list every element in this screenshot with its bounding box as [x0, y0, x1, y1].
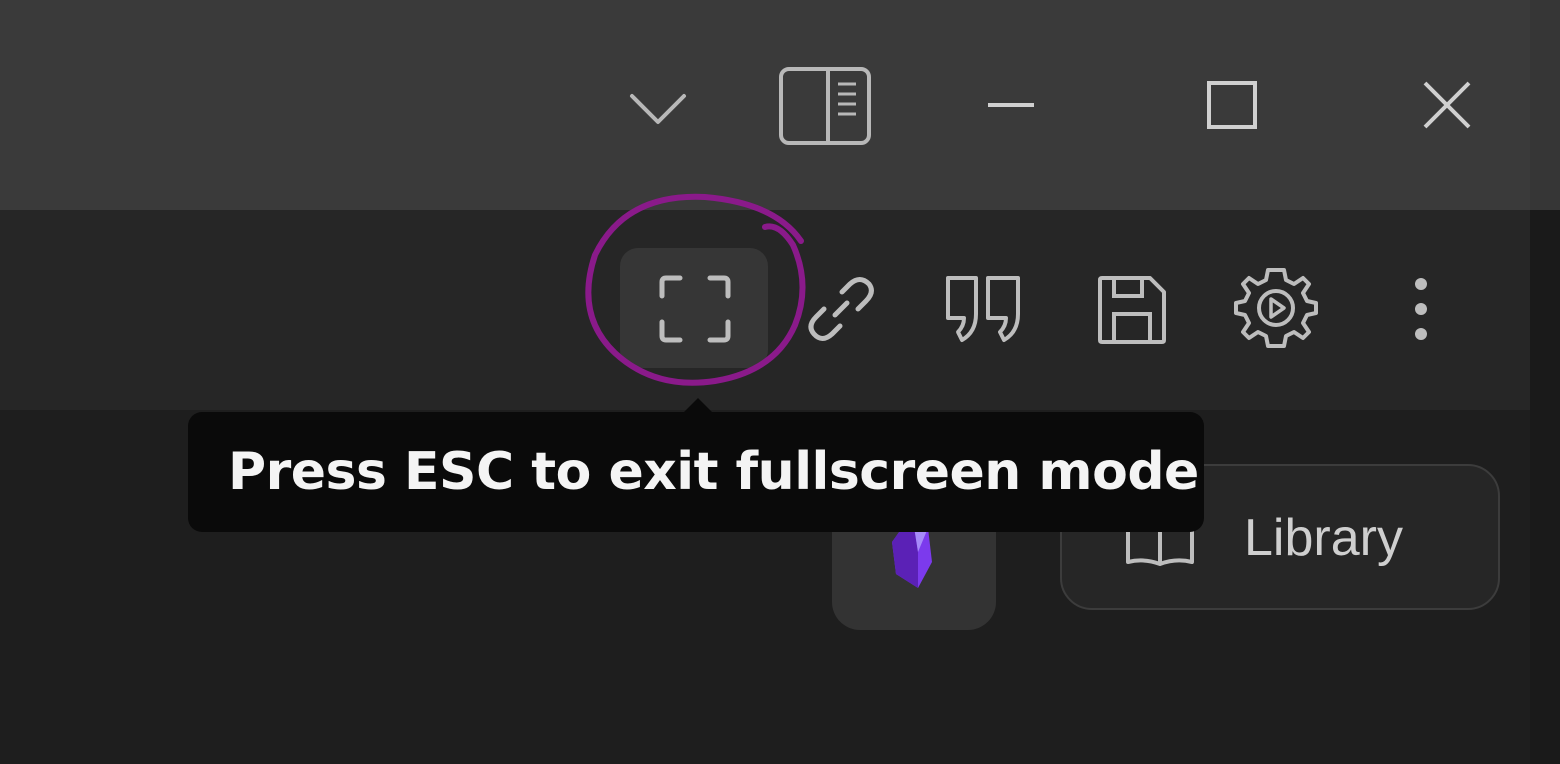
- fullscreen-button[interactable]: [620, 248, 768, 368]
- minimize-icon[interactable]: [986, 100, 1036, 110]
- tooltip-text: Press ESC to exit fullscreen mode: [228, 442, 1199, 502]
- sidebar-layout-icon[interactable]: [778, 66, 872, 146]
- right-edge-top: [1530, 0, 1560, 210]
- more-vertical-icon[interactable]: [1410, 276, 1432, 342]
- fullscreen-icon: [658, 274, 732, 344]
- maximize-icon[interactable]: [1206, 80, 1258, 130]
- settings-play-icon[interactable]: [1232, 264, 1320, 352]
- save-icon[interactable]: [1096, 274, 1168, 346]
- quote-icon[interactable]: [944, 272, 1024, 346]
- link-icon[interactable]: [804, 272, 878, 346]
- chevron-down-icon[interactable]: [628, 88, 688, 128]
- fullscreen-tooltip: Press ESC to exit fullscreen mode: [188, 412, 1204, 532]
- close-icon[interactable]: [1422, 80, 1472, 130]
- library-label: Library: [1244, 509, 1403, 567]
- toolbar: [0, 210, 1560, 410]
